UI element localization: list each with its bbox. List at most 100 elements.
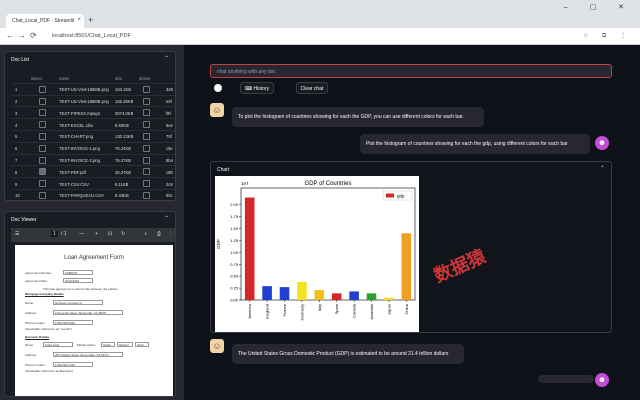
clear-chat-button[interactable]: Clear chat [296,82,328,94]
zoom-out-icon[interactable]: — [79,231,84,237]
table-row[interactable]: 1 TEST-US-Visit-188MB.png 163.1KB 326 [11,84,175,96]
doc-table: select name size delete 1 TEST-US-Visit-1… [11,72,175,202]
select-checkbox[interactable] [39,121,46,129]
table-row[interactable]: 9 TEST-CSV.CSV 8.11KB 2c8 [11,178,175,190]
reload-icon[interactable]: ⟳ [30,31,37,40]
table-row[interactable]: 10 TEST-PARQUEAU.CSV 8.33KB 90c [11,190,175,202]
pdf-page-input[interactable]: 1 [51,231,58,237]
zoom-in-icon[interactable]: + [95,231,98,237]
select-checkbox[interactable] [39,191,46,199]
collapse-chevron-icon[interactable]: ⌃ [164,215,169,222]
select-checkbox[interactable] [39,85,46,93]
delete-checkbox[interactable] [143,109,150,117]
row-index: 9 [15,181,18,187]
bar-england [262,286,272,300]
agreement-number-label: Agreement Number: [25,271,53,275]
column-header-size[interactable]: size [115,76,122,81]
table-row[interactable]: 2 TEST-US-Visit-188MB.png 165.36KB e5f [11,96,175,108]
row-index: 10 [15,193,20,199]
x-tick-label: England [265,304,270,319]
table-row[interactable]: 3 TEST-PIPESX.mpeg4 3074.0KB f9f [11,107,175,120]
download-icon[interactable]: ⭳ [145,231,147,239]
url-field[interactable]: localhost:8501/Chat_Local_PDF [52,31,452,42]
new-tab-button[interactable]: + [88,15,93,25]
file-name: TEST-US-Visit-188MB.png [59,87,109,93]
column-header-name[interactable]: name [59,76,69,81]
column-header-delete[interactable]: delete [139,76,150,81]
select-checkbox[interactable] [39,168,46,176]
lender-phone-label: Phone number: [25,321,46,325]
chat-input[interactable]: chat anything with any doc [210,64,612,78]
y-tick-label: 0.25 [230,286,239,291]
row-extra: 75f [166,134,172,140]
back-icon[interactable]: ← [6,31,14,40]
fit-page-icon[interactable]: ⊡ [108,231,112,237]
delete-checkbox[interactable] [143,191,150,199]
row-extra: 326 [166,87,173,93]
table-row[interactable]: 5 TEST-CHART.png 130.13KB 75f [11,131,175,143]
borrower-section-heading: Borrower Details [25,335,50,339]
select-checkbox[interactable] [39,132,46,140]
column-header-select[interactable]: select [31,76,42,81]
y-tick-label: 2.00 [230,202,239,207]
pdf-page-total: / 1 [61,231,67,237]
intro-text: This loan agreement is entered into betw… [43,287,118,291]
lender-name-value: Mortgage Company A [53,300,103,305]
bar-japan [384,297,394,300]
delete-checkbox[interactable] [143,132,150,140]
delete-checkbox[interactable] [143,180,150,188]
select-checkbox[interactable] [39,97,46,105]
doc-list-panel: Doc List ⌃ select name size delete 1 TEST… [4,51,176,202]
row-extra: e5f [166,99,172,105]
radio-toggle[interactable] [214,84,222,92]
assistant-message: The United States Gross Domestic Product… [232,344,464,364]
sidebar: Doc List ⌃ select name size delete 1 TEST… [0,45,184,400]
table-row[interactable]: 7 TEST-INVOICE-2.png 76.27KB 8b4 [11,155,175,167]
table-row[interactable]: 8 TEST-PDF.pdf 36.27KB c88 [11,166,175,179]
collapse-chevron-icon[interactable]: ⌃ [600,165,605,172]
doc-rows: 1 TEST-US-Visit-188MB.png 163.1KB 326 2 TEST-… [11,84,175,202]
delete-checkbox[interactable] [143,121,150,129]
forward-icon[interactable]: → [18,31,26,40]
file-name: TEST-PDF.pdf [59,169,86,175]
y-tick-label: 0.50 [230,274,239,279]
table-row[interactable]: 4 TEST-EXCEL.xlsx 8.60KB 8ee [11,119,175,131]
browser-extensions-icon[interactable]: ☆ ⧉ ⋮ [583,32,632,40]
select-checkbox[interactable] [39,156,46,164]
window-controls[interactable]: – ▢ ✕ [564,3,634,11]
select-checkbox[interactable] [39,144,46,152]
bar-spain [331,293,342,300]
delete-checkbox[interactable] [143,168,150,176]
print-icon[interactable]: ⎙ [157,231,161,237]
pdf-toolbar: ☰ 1 / 1 — + ⊡ ↻ ⭳ ⎙ ⋮ [11,228,175,242]
more-icon[interactable]: ⋮ [168,231,173,237]
x-tick-label: Germany [299,304,304,320]
user-message: Plot the histogram of countries showing … [360,134,590,154]
table-row[interactable]: 6 TEST-INVOICE-1.png 76.24KB c5e [11,143,175,155]
y-tick-label: 1.50 [230,226,239,231]
x-tick-label: Japan [386,304,391,315]
rotate-icon[interactable]: ↻ [121,231,125,237]
row-extra: f9f [166,110,171,116]
delete-checkbox[interactable] [143,97,150,105]
select-checkbox[interactable] [39,109,46,117]
doc-list-title: Doc List [11,57,30,63]
row-extra: c88 [166,169,173,175]
browser-tab[interactable]: Chat_Local_PDF · Streamlit × [6,14,84,28]
file-size: 163.1KB [115,87,132,93]
delete-checkbox[interactable] [143,144,150,152]
file-size: 8.33KB [115,193,129,199]
pdf-menu-icon[interactable]: ☰ [15,231,19,237]
close-tab-icon[interactable]: × [77,17,81,23]
file-name: TEST-PIPESX.mpeg4 [59,110,100,116]
history-button[interactable]: ⌨ History [240,82,274,94]
y-tick-label: 0.75 [230,262,239,267]
delete-checkbox[interactable] [143,85,150,93]
select-checkbox[interactable] [39,180,46,188]
borrower-address-value: 200 Cashins Street, Moneyvilles, CA 6372… [53,352,123,357]
bar-australia [366,293,377,300]
file-size: 8.60KB [115,122,129,128]
agreement-date-value: 10/01/2023 [63,278,93,283]
collapse-chevron-icon[interactable]: ⌃ [164,55,169,62]
delete-checkbox[interactable] [143,156,150,164]
